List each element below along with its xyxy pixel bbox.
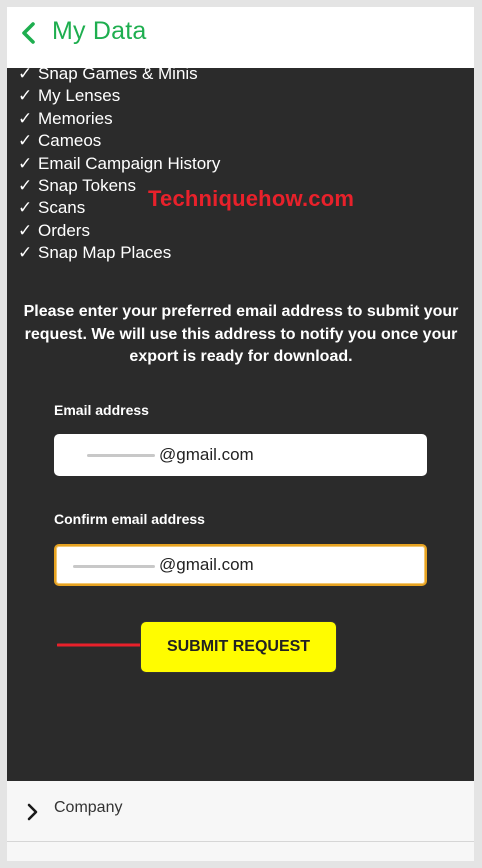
list-item: ✓ Orders	[18, 220, 220, 242]
page-title: My Data	[52, 17, 147, 45]
top-bar: My Data	[7, 7, 474, 68]
list-item: ✓ Snap Games & Minis	[18, 63, 220, 85]
chevron-right-icon	[27, 803, 38, 821]
email-label: Email address	[54, 402, 149, 418]
check-icon: ✓	[18, 243, 33, 263]
redaction-mark	[73, 565, 155, 568]
check-icon: ✓	[18, 86, 33, 106]
list-item: ✓ Snap Map Places	[18, 242, 220, 264]
watermark: Techniquehow.com	[148, 186, 355, 211]
company-row[interactable]: Company	[7, 781, 474, 842]
download-panel: ✓ Snap Games & Minis ✓ My Lenses ✓ Memories…	[7, 64, 474, 781]
check-icon: ✓	[18, 198, 33, 218]
export-category-list: ✓ Snap Games & Minis ✓ My Lenses ✓ Memories…	[18, 63, 220, 265]
company-label: Company	[54, 799, 123, 816]
chevron-left-icon[interactable]	[19, 21, 37, 45]
next-section-row	[7, 842, 474, 861]
check-icon: ✓	[18, 108, 33, 128]
check-icon: ✓	[18, 131, 33, 151]
confirm-email-label: Confirm email address	[54, 511, 205, 527]
redaction-mark	[87, 454, 155, 457]
check-icon: ✓	[18, 220, 33, 240]
list-item: ✓ My Lenses	[18, 85, 220, 107]
instructions-text: Please enter your preferred email addres…	[23, 303, 459, 365]
list-item: ✓ Email Campaign History	[18, 153, 220, 175]
list-item: ✓ Memories	[18, 108, 220, 130]
list-item: ✓ Cameos	[18, 130, 220, 152]
check-icon: ✓	[18, 64, 33, 83]
app-frame: My Data ✓ Snap Games & Minis ✓ My Lenses ✓…	[7, 7, 474, 861]
check-icon: ✓	[18, 175, 33, 195]
submit-request-button[interactable]: SUBMIT REQUEST	[140, 621, 337, 673]
check-icon: ✓	[18, 153, 33, 173]
